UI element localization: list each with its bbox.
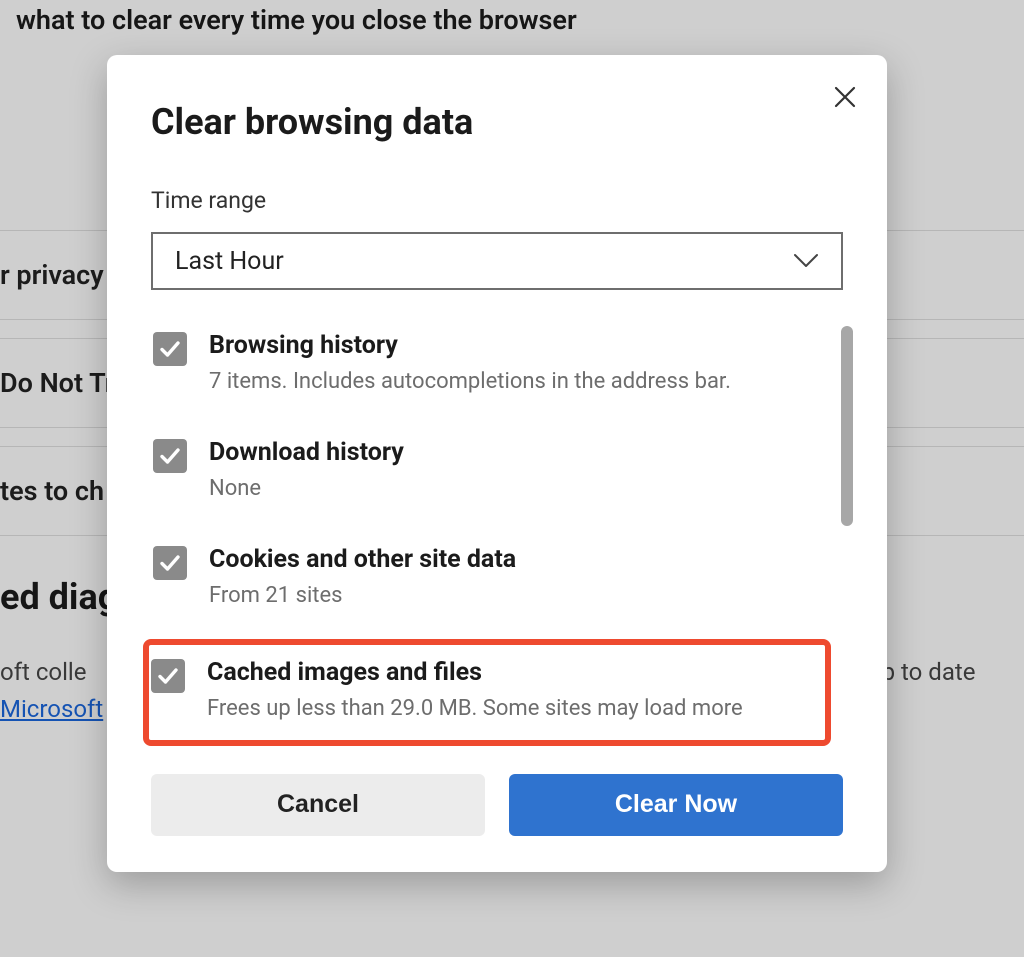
clear-browsing-data-dialog: Clear browsing data Time range Last Hour… <box>107 55 887 872</box>
check-icon <box>159 445 181 467</box>
check-icon <box>159 552 181 574</box>
checkbox-cookies[interactable] <box>153 546 187 580</box>
option-browsing-history: Browsing history 7 items. Includes autoco… <box>151 324 813 403</box>
close-button[interactable] <box>827 79 863 115</box>
option-download-history: Download history None <box>151 431 813 510</box>
option-title: Cached images and files <box>207 657 815 688</box>
time-range-value: Last Hour <box>175 247 284 276</box>
option-cached-images: Cached images and files Frees up less tha… <box>149 645 825 740</box>
clear-now-button[interactable]: Clear Now <box>509 774 843 836</box>
check-icon <box>157 665 179 687</box>
option-subtitle: None <box>209 474 811 504</box>
checkbox-download-history[interactable] <box>153 439 187 473</box>
time-range-select[interactable]: Last Hour <box>151 232 843 290</box>
cancel-button[interactable]: Cancel <box>151 774 485 836</box>
options-list: Browsing history 7 items. Includes autoco… <box>151 324 843 740</box>
option-subtitle: From 21 sites <box>209 581 811 611</box>
option-subtitle: Frees up less than 29.0 MB. Some sites m… <box>207 694 815 724</box>
option-title: Browsing history <box>209 330 811 361</box>
close-icon <box>834 86 856 108</box>
option-text: Browsing history 7 items. Includes autoco… <box>209 330 811 397</box>
check-icon <box>159 338 181 360</box>
option-title: Cookies and other site data <box>209 544 811 575</box>
time-range-label: Time range <box>151 187 843 214</box>
dialog-button-row: Cancel Clear Now <box>151 774 843 836</box>
checkbox-browsing-history[interactable] <box>153 332 187 366</box>
dialog-title: Clear browsing data <box>151 101 843 143</box>
option-subtitle: 7 items. Includes autocompletions in the… <box>209 367 811 397</box>
option-text: Cookies and other site data From 21 sites <box>209 544 811 611</box>
option-title: Download history <box>209 437 811 468</box>
option-text: Download history None <box>209 437 811 504</box>
option-cookies: Cookies and other site data From 21 sites <box>151 538 813 617</box>
scrollbar-thumb[interactable] <box>841 326 853 526</box>
options-scroll-area: Browsing history 7 items. Includes autoco… <box>151 324 843 740</box>
chevron-down-icon <box>793 247 819 276</box>
option-text: Cached images and files Frees up less tha… <box>207 657 815 724</box>
checkbox-cached-images[interactable] <box>151 659 185 693</box>
